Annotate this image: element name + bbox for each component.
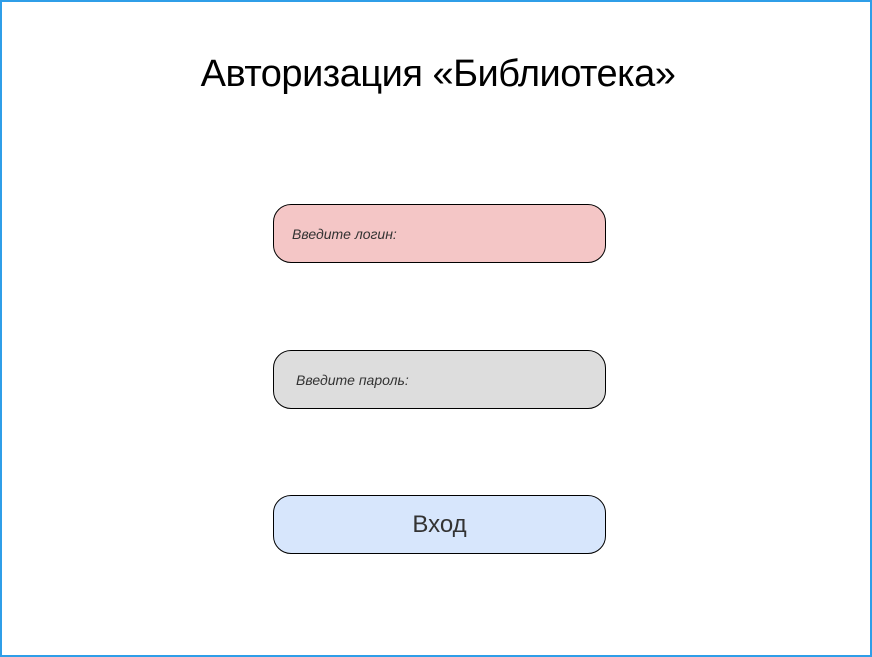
auth-window: Авторизация «Библиотека» Вход (0, 0, 872, 657)
page-title: Авторизация «Библиотека» (200, 53, 676, 95)
login-button[interactable]: Вход (273, 495, 606, 554)
login-input[interactable] (273, 204, 606, 263)
password-input[interactable] (273, 350, 606, 409)
